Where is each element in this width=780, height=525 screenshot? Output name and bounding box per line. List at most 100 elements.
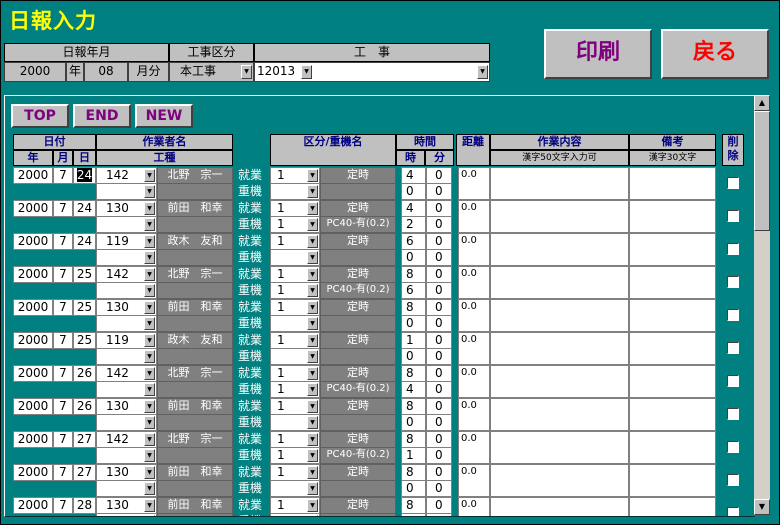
content-cell[interactable] <box>490 299 629 332</box>
distance-cell[interactable]: 0.0 <box>458 266 490 299</box>
remarks-cell[interactable] <box>629 167 716 200</box>
month-field[interactable]: 08 <box>84 62 128 82</box>
machine-minutes-cell[interactable]: 0 <box>426 282 452 299</box>
chevron-down-icon[interactable]: ▼ <box>307 482 318 495</box>
day-cell[interactable]: 25 <box>73 332 96 349</box>
chevron-down-icon[interactable]: ▼ <box>144 202 155 215</box>
machine-hours-cell[interactable]: 0 <box>401 315 426 332</box>
project-select[interactable]: 12013 <box>254 62 490 82</box>
machine-minutes-cell[interactable]: 0 <box>426 414 452 431</box>
minutes-cell[interactable]: 0 <box>426 233 452 250</box>
day-cell[interactable]: 26 <box>73 398 96 415</box>
day-cell[interactable]: 24 <box>73 167 96 184</box>
machine-minutes-cell[interactable]: 0 <box>426 183 452 200</box>
machine-hours-cell[interactable]: 0 <box>401 249 426 266</box>
distance-cell[interactable]: 0.0 <box>458 233 490 266</box>
machine-hours-cell[interactable] <box>401 513 426 516</box>
hours-cell[interactable]: 6 <box>401 233 426 250</box>
month-cell[interactable]: 7 <box>53 167 73 184</box>
year-cell[interactable]: 2000 <box>13 431 53 448</box>
chevron-down-icon[interactable]: ▼ <box>144 235 155 248</box>
chevron-down-icon[interactable]: ▼ <box>307 169 318 182</box>
chevron-down-icon[interactable]: ▼ <box>307 235 318 248</box>
content-cell[interactable] <box>490 233 629 266</box>
chevron-down-icon[interactable]: ▼ <box>144 499 155 512</box>
chevron-down-icon[interactable]: ▼ <box>307 301 318 314</box>
hours-cell[interactable]: 8 <box>401 365 426 382</box>
chevron-down-icon[interactable]: ▼ <box>144 466 155 479</box>
machine-hours-cell[interactable]: 0 <box>401 183 426 200</box>
remarks-cell[interactable] <box>629 497 716 516</box>
machine-minutes-cell[interactable]: 0 <box>426 348 452 365</box>
chevron-down-icon[interactable]: ▼ <box>144 301 155 314</box>
hours-cell[interactable]: 8 <box>401 431 426 448</box>
year-cell[interactable]: 2000 <box>13 266 53 283</box>
year-cell[interactable]: 2000 <box>13 464 53 481</box>
content-cell[interactable] <box>490 167 629 200</box>
hours-cell[interactable]: 4 <box>401 200 426 217</box>
content-cell[interactable] <box>490 365 629 398</box>
distance-cell[interactable]: 0.0 <box>458 332 490 365</box>
month-cell[interactable]: 7 <box>53 365 73 382</box>
day-cell[interactable]: 25 <box>73 299 96 316</box>
chevron-down-icon[interactable]: ▼ <box>144 317 155 330</box>
machine-minutes-cell[interactable]: 0 <box>426 447 452 464</box>
hours-cell[interactable]: 8 <box>401 464 426 481</box>
chevron-down-icon[interactable]: ▼ <box>144 350 155 363</box>
chevron-down-icon[interactable]: ▼ <box>307 202 318 215</box>
month-cell[interactable]: 7 <box>53 398 73 415</box>
scroll-up-icon[interactable]: ▲ <box>754 95 770 111</box>
scroll-thumb[interactable] <box>754 111 770 231</box>
delete-checkbox[interactable] <box>727 507 739 516</box>
machine-minutes-cell[interactable]: 0 <box>426 480 452 497</box>
distance-cell[interactable]: 0.0 <box>458 464 490 497</box>
delete-checkbox[interactable] <box>727 474 739 486</box>
remarks-cell[interactable] <box>629 464 716 497</box>
distance-cell[interactable]: 0.0 <box>458 365 490 398</box>
top-button[interactable]: TOP <box>11 104 69 128</box>
year-field[interactable]: 2000 <box>4 62 66 82</box>
day-cell[interactable]: 24 <box>73 233 96 250</box>
delete-checkbox[interactable] <box>727 309 739 321</box>
year-cell[interactable]: 2000 <box>13 365 53 382</box>
back-button[interactable]: 戻る <box>661 29 769 79</box>
machine-minutes-cell[interactable]: 0 <box>426 249 452 266</box>
chevron-down-icon[interactable]: ▼ <box>477 65 488 79</box>
chevron-down-icon[interactable]: ▼ <box>307 416 318 429</box>
machine-hours-cell[interactable]: 0 <box>401 480 426 497</box>
delete-checkbox[interactable] <box>727 441 739 453</box>
chevron-down-icon[interactable]: ▼ <box>307 284 318 297</box>
chevron-down-icon[interactable]: ▼ <box>307 350 318 363</box>
chevron-down-icon[interactable]: ▼ <box>144 169 155 182</box>
chevron-down-icon[interactable]: ▼ <box>144 218 155 231</box>
month-cell[interactable]: 7 <box>53 497 73 514</box>
year-cell[interactable]: 2000 <box>13 398 53 415</box>
chevron-down-icon[interactable]: ▼ <box>307 251 318 264</box>
day-cell[interactable]: 27 <box>73 464 96 481</box>
distance-cell[interactable]: 0.0 <box>458 167 490 200</box>
hours-cell[interactable]: 8 <box>401 398 426 415</box>
content-cell[interactable] <box>490 464 629 497</box>
content-cell[interactable] <box>490 332 629 365</box>
month-cell[interactable]: 7 <box>53 233 73 250</box>
remarks-cell[interactable] <box>629 233 716 266</box>
chevron-down-icon[interactable]: ▼ <box>144 367 155 380</box>
content-cell[interactable] <box>490 431 629 464</box>
machine-minutes-cell[interactable]: 0 <box>426 381 452 398</box>
chevron-down-icon[interactable]: ▼ <box>144 433 155 446</box>
chevron-down-icon[interactable]: ▼ <box>144 416 155 429</box>
month-cell[interactable]: 7 <box>53 266 73 283</box>
chevron-down-icon[interactable]: ▼ <box>307 317 318 330</box>
day-cell[interactable]: 28 <box>73 497 96 514</box>
chevron-down-icon[interactable]: ▼ <box>307 268 318 281</box>
day-cell[interactable]: 24 <box>73 200 96 217</box>
hours-cell[interactable]: 1 <box>401 332 426 349</box>
delete-checkbox[interactable] <box>727 177 739 189</box>
month-cell[interactable]: 7 <box>53 200 73 217</box>
chevron-down-icon[interactable]: ▼ <box>144 449 155 462</box>
machine-hours-cell[interactable]: 4 <box>401 381 426 398</box>
delete-checkbox[interactable] <box>727 342 739 354</box>
chevron-down-icon[interactable]: ▼ <box>144 400 155 413</box>
machine-minutes-cell[interactable]: 0 <box>426 216 452 233</box>
content-cell[interactable] <box>490 497 629 516</box>
